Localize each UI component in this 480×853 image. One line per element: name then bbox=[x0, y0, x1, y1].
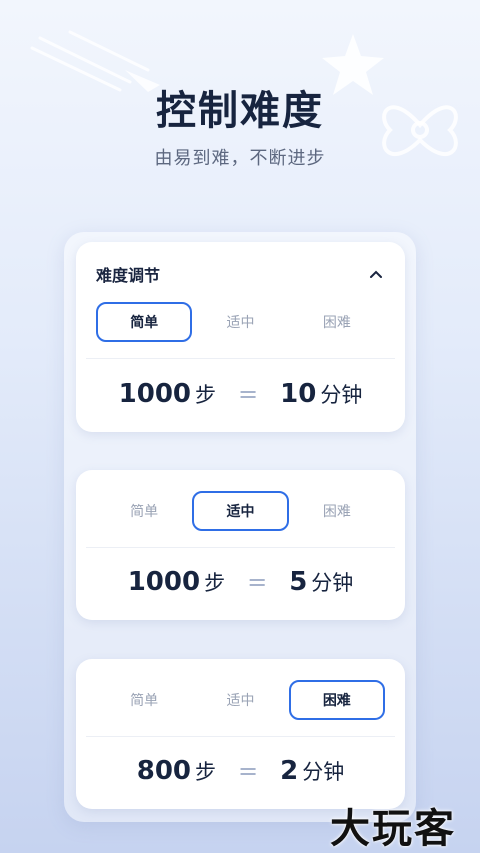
minutes-unit: 分钟 bbox=[320, 383, 363, 407]
divider bbox=[86, 358, 395, 359]
minutes-unit: 分钟 bbox=[311, 571, 354, 595]
tab-easy[interactable]: 简单 bbox=[96, 680, 192, 720]
card-title: 难度调节 bbox=[96, 266, 161, 285]
difficulty-card-hard: 简单 适中 困难 800 步 = 2 分钟 bbox=[76, 659, 405, 809]
difficulty-tabs: 简单 适中 困难 bbox=[96, 680, 385, 720]
tab-medium[interactable]: 适中 bbox=[192, 680, 288, 720]
tab-medium[interactable]: 适中 bbox=[192, 491, 289, 531]
step-time-formula: 800 步 = 2 分钟 bbox=[76, 753, 405, 789]
divider bbox=[86, 736, 395, 737]
minutes-value: 10 bbox=[280, 379, 317, 409]
minutes-value: 5 bbox=[289, 567, 308, 597]
tab-hard[interactable]: 困难 bbox=[289, 302, 385, 342]
difficulty-card-easy: 难度调节 简单 适中 困难 1000 步 = 10 分钟 bbox=[76, 242, 405, 432]
tab-hard[interactable]: 困难 bbox=[288, 680, 385, 720]
equals-sign: = bbox=[238, 380, 259, 408]
tab-easy[interactable]: 简单 bbox=[96, 302, 193, 342]
card-header: 难度调节 bbox=[96, 262, 385, 286]
tab-medium[interactable]: 适中 bbox=[192, 302, 288, 342]
page-title: 控制难度 bbox=[156, 88, 324, 134]
steps-unit: 步 bbox=[204, 571, 226, 595]
step-time-formula: 1000 步 = 10 分钟 bbox=[76, 376, 405, 412]
equals-sign: = bbox=[238, 757, 259, 785]
minutes-value: 2 bbox=[280, 756, 299, 786]
tab-easy[interactable]: 简单 bbox=[96, 491, 192, 531]
difficulty-tabs: 简单 适中 困难 bbox=[96, 302, 385, 342]
steps-value: 1000 bbox=[118, 379, 192, 409]
chevron-up-icon[interactable] bbox=[367, 265, 385, 283]
step-time-formula: 1000 步 = 5 分钟 bbox=[76, 564, 405, 600]
watermark-text: 大玩客 bbox=[330, 806, 456, 852]
steps-value: 1000 bbox=[127, 567, 201, 597]
equals-sign: = bbox=[247, 568, 268, 596]
page-subtitle: 由易到难，不断进步 bbox=[154, 148, 326, 169]
steps-unit: 步 bbox=[195, 383, 217, 407]
tab-hard[interactable]: 困难 bbox=[289, 491, 385, 531]
difficulty-tabs: 简单 适中 困难 bbox=[96, 491, 385, 531]
steps-value: 800 bbox=[136, 756, 192, 786]
minutes-unit: 分钟 bbox=[302, 760, 345, 784]
steps-unit: 步 bbox=[195, 760, 217, 784]
divider bbox=[86, 547, 395, 548]
difficulty-card-medium: 简单 适中 困难 1000 步 = 5 分钟 bbox=[76, 470, 405, 620]
